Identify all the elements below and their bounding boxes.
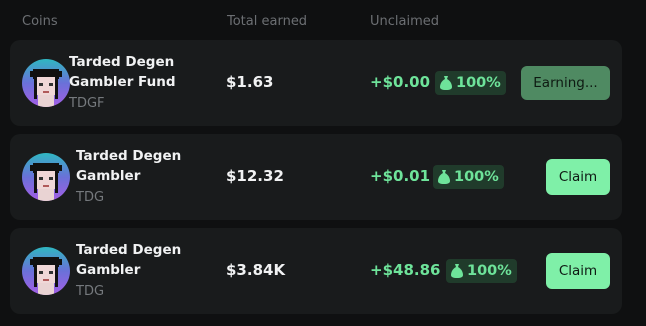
unclaimed-value: +$0.01 bbox=[370, 167, 431, 185]
coin-row: Tarded Degen Gambler TDG $12.32 +$0.01 1… bbox=[10, 134, 622, 220]
header-unclaimed: Unclaimed bbox=[370, 14, 440, 29]
unclaimed-value: +$48.86 bbox=[370, 261, 441, 279]
total-earned-value: $12.32 bbox=[226, 167, 284, 185]
percent-badge: 100% bbox=[446, 259, 517, 283]
pixel-avatar-icon bbox=[22, 247, 70, 295]
total-earned-value: $3.84K bbox=[226, 261, 286, 279]
header-coins: Coins bbox=[22, 14, 58, 29]
coin-ticker: TDGF bbox=[69, 96, 105, 111]
percent-badge: 100% bbox=[435, 71, 506, 95]
unclaimed-value: +$0.00 bbox=[370, 73, 431, 91]
money-bag-icon bbox=[439, 75, 453, 91]
claim-button[interactable]: Claim bbox=[546, 159, 610, 195]
claim-button[interactable]: Claim bbox=[546, 253, 610, 289]
coin-ticker: TDG bbox=[76, 190, 105, 205]
total-earned-value: $1.63 bbox=[226, 73, 274, 91]
percent-badge: 100% bbox=[433, 165, 504, 189]
pixel-avatar-icon bbox=[22, 59, 70, 107]
earning-button[interactable]: Earning... bbox=[521, 66, 610, 100]
coin-name: Tarded Degen Gambler Fund bbox=[69, 54, 176, 90]
coin-row: Tarded Degen Gambler TDG $3.84K +$48.86 … bbox=[10, 228, 622, 314]
coin-name: Tarded Degen Gambler bbox=[76, 148, 182, 184]
percent-value: 100% bbox=[467, 263, 512, 279]
money-bag-icon bbox=[437, 169, 451, 185]
coin-ticker: TDG bbox=[76, 284, 105, 299]
money-bag-icon bbox=[450, 263, 464, 279]
coin-row: Tarded Degen Gambler Fund TDGF $1.63 +$0… bbox=[10, 40, 622, 126]
coin-name: Tarded Degen Gambler bbox=[76, 242, 182, 278]
pixel-avatar-icon bbox=[22, 153, 70, 201]
percent-value: 100% bbox=[456, 75, 501, 91]
percent-value: 100% bbox=[454, 169, 499, 185]
header-total-earned: Total earned bbox=[227, 14, 308, 29]
table-header: Coins Total earned Unclaimed bbox=[0, 14, 646, 30]
